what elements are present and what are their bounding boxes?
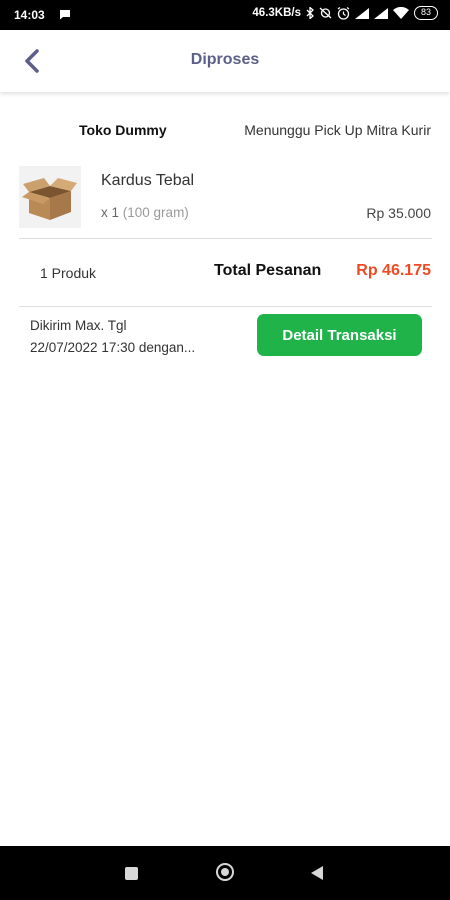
product-price: Rp 35.000 bbox=[366, 205, 431, 221]
divider bbox=[19, 238, 432, 239]
detail-transaction-button[interactable]: Detail Transaksi bbox=[257, 314, 422, 356]
system-nav-bar bbox=[0, 846, 450, 900]
status-time: 14:03 bbox=[14, 8, 45, 22]
network-speed: 46.3KB/s bbox=[252, 7, 301, 19]
product-image bbox=[19, 166, 81, 228]
shipping-info-line2: 22/07/2022 17:30 dengan... bbox=[30, 340, 196, 355]
battery-indicator: 83 bbox=[414, 6, 438, 20]
status-bar: 14:03 46.3KB/s 83 bbox=[0, 0, 450, 30]
page-title: Diproses bbox=[190, 51, 260, 68]
order-status: Menunggu Pick Up Mitra Kurir bbox=[244, 122, 431, 138]
app-bar: Diproses bbox=[0, 30, 450, 92]
total-value: Rp 46.175 bbox=[356, 262, 431, 279]
divider bbox=[19, 306, 432, 307]
total-label: Total Pesanan bbox=[214, 262, 322, 279]
signal-icon bbox=[355, 7, 369, 19]
wifi-icon bbox=[393, 7, 409, 19]
product-weight: (100 gram) bbox=[122, 205, 189, 220]
store-name: Toko Dummy bbox=[79, 122, 167, 138]
quantity-value: x 1 bbox=[101, 205, 120, 220]
recent-apps-icon[interactable] bbox=[125, 867, 138, 880]
status-icons: 46.3KB/s 83 bbox=[252, 6, 438, 20]
signal-icon-2 bbox=[374, 7, 388, 19]
vibrate-icon bbox=[319, 7, 332, 19]
home-icon[interactable] bbox=[216, 863, 234, 881]
product-name: Kardus Tebal bbox=[101, 172, 195, 189]
bluetooth-icon bbox=[306, 7, 314, 19]
back-nav-icon[interactable] bbox=[311, 866, 323, 880]
shipping-info-line1: Dikirim Max. Tgl bbox=[30, 318, 127, 333]
product-quantity: x 1 (100 gram) bbox=[101, 205, 189, 220]
message-icon bbox=[60, 10, 70, 20]
alarm-icon bbox=[337, 6, 350, 20]
product-count: 1 Produk bbox=[40, 265, 97, 281]
